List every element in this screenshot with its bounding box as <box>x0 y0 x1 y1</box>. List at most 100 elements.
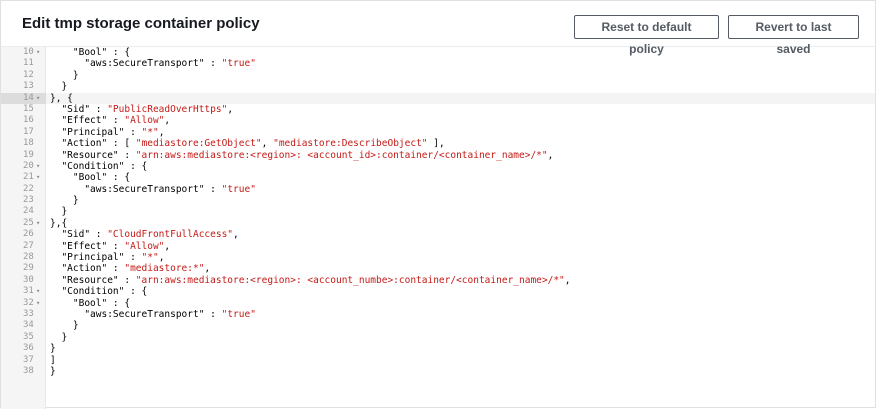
code-token: "aws:SecureTransport" : <box>50 183 222 195</box>
line-number: 15 <box>23 103 34 114</box>
code-line[interactable]: 13 } <box>1 81 875 92</box>
code-token: } <box>50 343 56 355</box>
code-text: "aws:SecureTransport" : "true" <box>46 309 875 320</box>
code-text: "Resource" : "arn:aws:mediastore:<region… <box>46 275 875 286</box>
code-text: ] <box>46 355 875 366</box>
code-token: , <box>164 115 171 127</box>
string-token: "Allow" <box>124 240 165 252</box>
reset-default-policy-button[interactable]: Reset to default policy <box>574 15 719 56</box>
code-token: } <box>50 69 79 81</box>
code-line[interactable]: 10 ▾ "Bool" : { <box>1 47 875 58</box>
code-line[interactable]: 14 ▾}, { <box>1 92 875 104</box>
code-line[interactable]: 38} <box>1 366 875 377</box>
code-token: "Bool" : { <box>50 172 131 184</box>
code-text: "Principal" : "*", <box>46 127 875 138</box>
code-token: } <box>50 320 79 332</box>
code-text: } <box>46 81 875 92</box>
line-number: 36 <box>23 343 34 354</box>
code-token: ], <box>427 138 445 150</box>
code-token: } <box>50 365 56 377</box>
code-line[interactable]: 28 "Principal" : "*", <box>1 252 875 263</box>
code-token: "Condition" : { <box>50 160 148 172</box>
code-token: ] <box>50 354 56 366</box>
code-text: "aws:SecureTransport" : "true" <box>46 184 875 195</box>
code-token: "Sid" : <box>50 229 108 241</box>
line-number: 38 <box>23 365 34 376</box>
code-line[interactable]: 35 } <box>1 332 875 343</box>
fold-toggle-icon[interactable]: ▾ <box>36 47 40 58</box>
code-line[interactable]: 15 "Sid" : "PublicReadOverHttps", <box>1 104 875 115</box>
line-number: 11 <box>23 58 34 69</box>
code-line[interactable]: 18 "Action" : [ "mediastore:GetObject", … <box>1 138 875 149</box>
code-token: , <box>204 263 211 275</box>
code-text: } <box>46 70 875 81</box>
code-line[interactable]: 17 "Principal" : "*", <box>1 127 875 138</box>
code-line[interactable]: 12 } <box>1 70 875 81</box>
line-number: 18 <box>23 138 34 149</box>
code-token: } <box>50 81 68 93</box>
code-line[interactable]: 37] <box>1 355 875 366</box>
line-number: 12 <box>23 69 34 80</box>
code-line[interactable]: 26 "Sid" : "CloudFrontFullAccess", <box>1 229 875 240</box>
line-number: 27 <box>23 240 34 251</box>
code-line[interactable]: 20 ▾ "Condition" : { <box>1 161 875 172</box>
code-token: "Sid" : <box>50 103 108 115</box>
fold-toggle-icon[interactable]: ▾ <box>36 286 40 297</box>
code-line[interactable]: 34 } <box>1 320 875 331</box>
code-text: "Sid" : "PublicReadOverHttps", <box>46 104 875 115</box>
string-token: "Allow" <box>124 115 165 127</box>
fold-toggle-icon[interactable]: ▾ <box>36 93 40 104</box>
code-line[interactable]: 30 "Resource" : "arn:aws:mediastore:<reg… <box>1 275 875 286</box>
revert-last-saved-button[interactable]: Revert to last saved <box>728 15 859 56</box>
code-line[interactable]: 16 "Effect" : "Allow", <box>1 115 875 126</box>
line-number: 35 <box>23 331 34 342</box>
code-line[interactable]: 11 "aws:SecureTransport" : "true" <box>1 58 875 69</box>
code-token: "aws:SecureTransport" : <box>50 58 222 70</box>
code-text: "Bool" : { <box>46 298 875 309</box>
code-text: "Effect" : "Allow", <box>46 241 875 252</box>
code-text: "Condition" : { <box>46 286 875 297</box>
fold-toggle-icon[interactable]: ▾ <box>36 161 40 172</box>
line-number: 23 <box>23 195 34 206</box>
line-number: 28 <box>23 252 34 263</box>
code-text: "Action" : [ "mediastore:GetObject", "me… <box>46 138 875 149</box>
line-number: 26 <box>23 229 34 240</box>
code-line[interactable]: 24 } <box>1 206 875 217</box>
code-token: "Bool" : { <box>50 47 131 58</box>
fold-toggle-icon[interactable]: ▾ <box>36 298 40 309</box>
page-title: Edit tmp storage container policy <box>22 15 260 32</box>
code-line[interactable]: 33 "aws:SecureTransport" : "true" <box>1 309 875 320</box>
code-token: , <box>261 138 274 150</box>
panel-header: Edit tmp storage container policy Reset … <box>1 1 875 56</box>
code-token: "Effect" : <box>50 240 125 252</box>
code-line[interactable]: 32 ▾ "Bool" : { <box>1 298 875 309</box>
code-line[interactable]: 25 ▾},{ <box>1 218 875 229</box>
policy-editor-panel: Edit tmp storage container policy Reset … <box>0 0 876 409</box>
code-token: } <box>50 195 79 207</box>
code-line[interactable]: 21 ▾ "Bool" : { <box>1 172 875 183</box>
line-number: 24 <box>23 206 34 217</box>
code-line[interactable]: 22 "aws:SecureTransport" : "true" <box>1 184 875 195</box>
code-line[interactable]: 36} <box>1 343 875 354</box>
fold-toggle-icon[interactable]: ▾ <box>36 218 40 229</box>
code-editor[interactable]: 10 ▾ "Bool" : {11 "aws:SecureTransport" :… <box>1 47 875 409</box>
code-text: }, { <box>46 92 875 104</box>
fold-toggle-icon[interactable]: ▾ <box>36 172 40 183</box>
code-line[interactable]: 31 ▾ "Condition" : { <box>1 286 875 297</box>
line-number: 34 <box>23 320 34 331</box>
string-token: "true" <box>221 308 256 320</box>
code-token: "Resource" : <box>50 149 136 161</box>
code-token: , <box>158 252 165 264</box>
line-number: 17 <box>23 126 34 137</box>
code-line[interactable]: 23 } <box>1 195 875 206</box>
code-text: "Principal" : "*", <box>46 252 875 263</box>
code-text: } <box>46 366 875 377</box>
code-line[interactable]: 29 "Action" : "mediastore:*", <box>1 263 875 274</box>
code-line[interactable]: 27 "Effect" : "Allow", <box>1 241 875 252</box>
string-token: "mediastore:DescribeObject" <box>273 138 428 150</box>
code-token: "aws:SecureTransport" : <box>50 308 222 320</box>
code-token: , <box>547 149 554 161</box>
code-line[interactable]: 19 "Resource" : "arn:aws:mediastore:<reg… <box>1 150 875 161</box>
string-token: "true" <box>221 58 256 70</box>
string-token: "CloudFrontFullAccess" <box>107 229 234 241</box>
